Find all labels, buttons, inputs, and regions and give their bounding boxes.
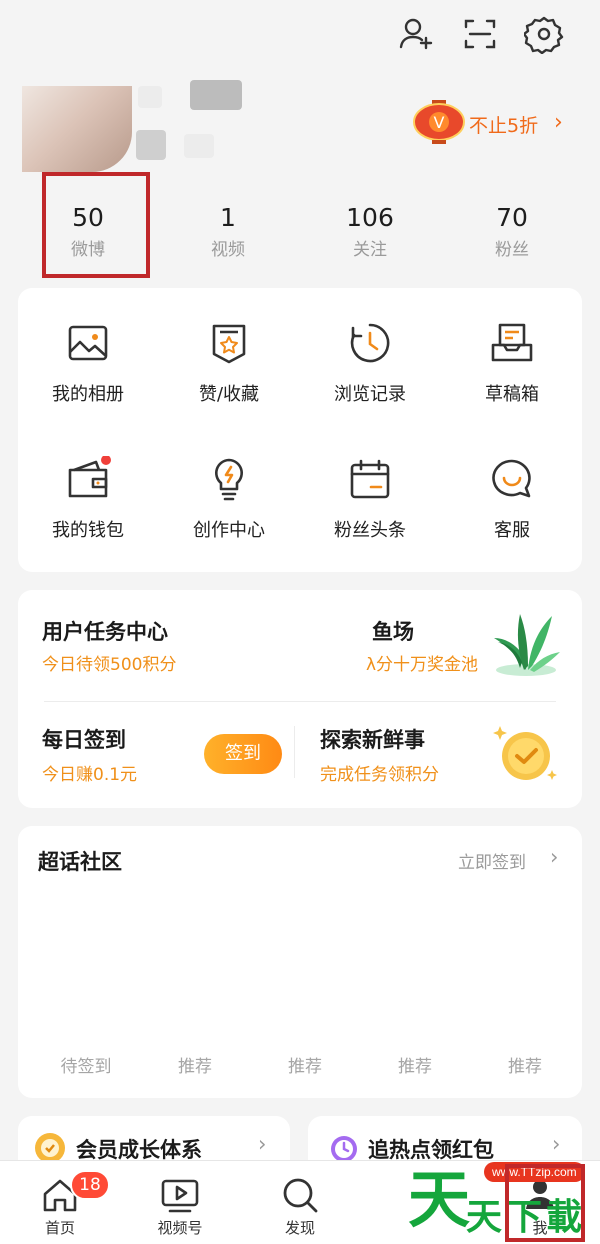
nav-video[interactable]: 视频号 [135,1161,225,1238]
super-topic-tab[interactable]: 推荐 [155,1052,235,1077]
feature-label: 客服 [494,520,530,541]
feature-label: 浏览记录 [334,384,406,405]
nav-label: 首页 [44,1219,75,1237]
explore-subtitle: 完成任务领积分 [320,765,439,785]
chevron-right-icon: › [552,1132,561,1156]
username-blur [138,86,162,108]
stat-following[interactable]: 106 关注 [310,200,430,264]
promo-label: 不止5折 [469,115,539,137]
fish-farm-subtitle: λ分十万奖金池 [366,655,479,675]
watermark-char: 天 [408,1163,471,1236]
userinfo-blur [184,134,214,158]
feature-creator-center[interactable]: 创作中心 [159,456,299,542]
gold-coin-check-icon [493,726,557,780]
stat-number: 106 [346,203,394,232]
super-topic-tab[interactable]: 推荐 [375,1052,455,1077]
annotation-highlight-box [42,172,150,278]
feature-label: 创作中心 [193,520,265,541]
stat-number: 1 [220,203,236,232]
fish-farm-entry[interactable]: 鱼场 λ分十万奖金池 [360,590,582,700]
explore-title: 探索新鲜事 [320,728,425,752]
feature-label: 我的相册 [52,384,124,405]
nav-label: 视频号 [157,1219,203,1237]
notification-badge: 18 [70,1170,110,1200]
lightbulb-icon [206,456,252,502]
scan-icon[interactable] [460,14,500,54]
userinfo-blur [136,130,166,160]
vip-lantern-icon: V [413,100,465,144]
fish-farm-title: 鱼场 [372,620,414,644]
feature-fan-headlines[interactable]: 粉丝头条 [300,456,440,542]
favorites-icon [206,320,252,366]
super-topic-tab[interactable]: 推荐 [485,1052,565,1077]
chevron-right-icon: › [258,1132,267,1156]
task-center-subtitle: 今日待领500积分 [42,655,177,675]
feature-customer-service[interactable]: 客服 [442,456,582,542]
nav-label: 发现 [284,1219,315,1237]
feature-drafts[interactable]: 草稿箱 [442,320,582,406]
task-center[interactable]: 用户任务中心 今日待领500积分 [18,590,348,700]
checkin-button[interactable]: 签到 [204,734,282,774]
checkin-subtitle: 今日赚0.1元 [42,765,138,785]
feature-label: 草稿箱 [485,384,539,405]
plant-illustration-icon [494,614,560,676]
super-topic-tab[interactable]: 推荐 [265,1052,345,1077]
svg-text:V: V [434,113,445,132]
feature-album[interactable]: 我的相册 [18,320,158,406]
task-divider-vertical [294,726,295,778]
calendar-icon [347,456,393,502]
feature-favorites[interactable]: 赞/收藏 [159,320,299,406]
stat-videos[interactable]: 1 视频 [168,200,288,264]
stat-label: 视频 [211,240,245,260]
add-friend-icon[interactable] [396,14,436,54]
super-topic-title: 超话社区 [38,850,122,874]
video-icon [160,1175,200,1215]
stat-number: 70 [496,203,528,232]
checkin-title: 每日签到 [42,728,126,752]
feature-history[interactable]: 浏览记录 [300,320,440,406]
feature-label: 粉丝头条 [334,520,406,541]
settings-icon[interactable] [524,14,564,54]
chevron-right-icon: › [550,845,559,869]
customer-service-icon [489,456,535,502]
feature-wallet[interactable]: 我的钱包 [18,456,158,542]
drafts-icon [489,320,535,366]
avatar[interactable] [22,86,132,172]
wallet-icon [65,456,111,502]
task-center-title: 用户任务中心 [42,620,168,644]
chevron-right-icon: › [554,110,563,135]
username-blur [190,80,242,110]
history-icon [347,320,393,366]
super-topic-tab[interactable]: 待签到 [46,1052,126,1077]
super-topic-checkin-link[interactable]: 立即签到 [458,848,526,873]
search-icon [280,1175,320,1215]
stat-fans[interactable]: 70 粉丝 [452,200,572,264]
feature-label: 赞/收藏 [198,384,260,405]
annotation-highlight-box [505,1164,585,1242]
stat-label: 粉丝 [495,240,529,260]
nav-discover[interactable]: 发现 [255,1161,345,1238]
stat-label: 关注 [353,240,387,260]
vip-promo-banner[interactable]: V 不止5折 › [412,100,582,144]
feature-label: 我的钱包 [52,520,124,541]
photo-album-icon [65,320,111,366]
explore-news[interactable]: 探索新鲜事 完成任务领积分 [296,702,582,808]
